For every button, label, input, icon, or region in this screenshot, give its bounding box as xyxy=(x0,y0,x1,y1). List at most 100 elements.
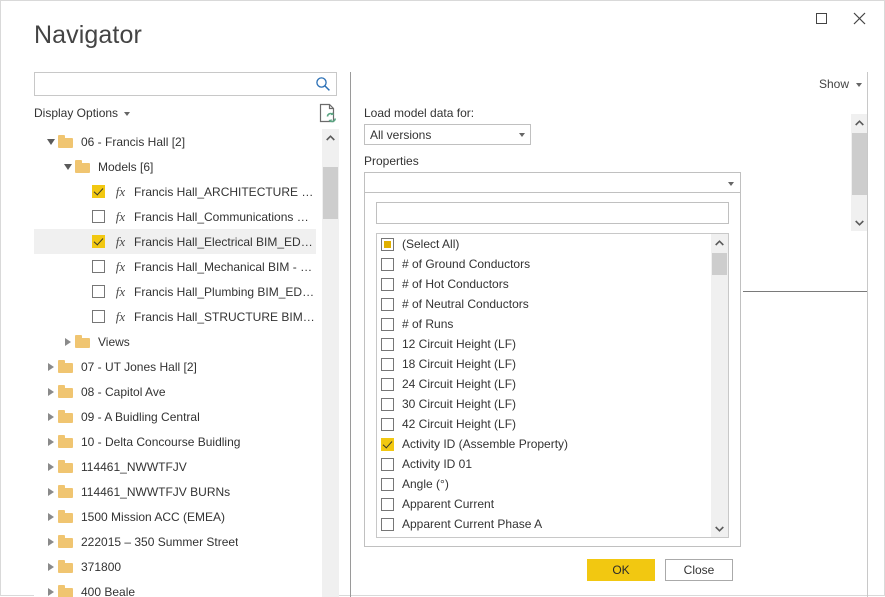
property-item-checkbox[interactable] xyxy=(381,418,394,431)
property-list-item[interactable]: # of Runs xyxy=(377,314,711,334)
tree-item[interactable]: 222015 – 350 Summer Street xyxy=(34,529,316,554)
preview-scroll-thumb[interactable] xyxy=(852,133,867,195)
tree-item[interactable]: 08 - Capitol Ave xyxy=(34,379,316,404)
refresh-document-icon[interactable] xyxy=(319,103,337,123)
property-list-item[interactable]: 12 Circuit Height (LF) xyxy=(377,334,711,354)
search-input[interactable] xyxy=(40,73,316,97)
properties-scroll-down-button[interactable] xyxy=(711,520,728,537)
tree-item[interactable]: fxFrancis Hall_Electrical BIM_EDDIE xyxy=(34,229,316,254)
property-item-checkbox[interactable] xyxy=(381,458,394,471)
expand-triangle-icon[interactable] xyxy=(61,338,75,346)
property-item-checkbox[interactable] xyxy=(381,498,394,511)
close-dialog-button[interactable]: Close xyxy=(665,559,733,581)
tree-item-checkbox[interactable] xyxy=(92,310,105,323)
properties-scroll-up-button[interactable] xyxy=(711,234,728,251)
property-list-item[interactable]: Apparent Current xyxy=(377,494,711,514)
tree-scroll-thumb[interactable] xyxy=(323,167,338,219)
property-item-checkbox[interactable] xyxy=(381,298,394,311)
properties-filter-input[interactable] xyxy=(377,203,728,223)
tree-item[interactable]: 10 - Delta Concourse Buidling xyxy=(34,429,316,454)
properties-list-scrollbar[interactable] xyxy=(711,234,728,537)
tree-item[interactable]: 400 Beale xyxy=(34,579,316,597)
search-box[interactable] xyxy=(34,72,337,96)
collapse-triangle-icon[interactable] xyxy=(61,164,75,170)
preview-scrollbar[interactable] xyxy=(851,114,868,231)
tree-item[interactable]: 371800 xyxy=(34,554,316,579)
tree-item[interactable]: 06 - Francis Hall [2] xyxy=(34,129,316,154)
properties-filter-box[interactable] xyxy=(376,202,729,224)
show-dropdown[interactable]: Show xyxy=(819,77,862,91)
property-item-checkbox[interactable] xyxy=(381,338,394,351)
tree-item[interactable]: fxFrancis Hall_Communications BIM_E... xyxy=(34,204,316,229)
property-list-item[interactable]: Apparent Current Phase B xyxy=(377,534,711,538)
tree-item[interactable]: fxFrancis Hall_ARCHITECTURE BIM_20... xyxy=(34,179,316,204)
expand-triangle-icon[interactable] xyxy=(44,588,58,596)
tree-item[interactable]: fxFrancis Hall_Plumbing BIM_EDDIE xyxy=(34,279,316,304)
tree-scrollbar[interactable] xyxy=(322,129,339,597)
expand-triangle-icon[interactable] xyxy=(44,488,58,496)
property-list-item[interactable]: Activity ID 01 xyxy=(377,454,711,474)
folder-icon xyxy=(58,460,74,474)
property-list-item[interactable]: # of Hot Conductors xyxy=(377,274,711,294)
tree-item-checkbox[interactable] xyxy=(92,285,105,298)
property-list-item[interactable]: Apparent Current Phase A xyxy=(377,514,711,534)
tree-scroll-up-button[interactable] xyxy=(322,129,339,146)
tree-item[interactable]: fxFrancis Hall_STRUCTURE BIM_ EDDIE xyxy=(34,304,316,329)
expand-triangle-icon[interactable] xyxy=(44,438,58,446)
property-item-checkbox[interactable] xyxy=(381,378,394,391)
property-item-checkbox[interactable] xyxy=(381,318,394,331)
preview-scroll-down-button[interactable] xyxy=(851,214,868,231)
tree-item[interactable]: 1500 Mission ACC (EMEA) xyxy=(34,504,316,529)
property-item-checkbox[interactable] xyxy=(381,478,394,491)
expand-triangle-icon[interactable] xyxy=(44,463,58,471)
expand-triangle-icon[interactable] xyxy=(44,563,58,571)
tree-item-checkbox[interactable] xyxy=(92,210,105,223)
preview-scroll-up-button[interactable] xyxy=(851,114,868,131)
property-item-checkbox[interactable] xyxy=(381,278,394,291)
property-list-item[interactable]: 42 Circuit Height (LF) xyxy=(377,414,711,434)
property-list-item[interactable]: 30 Circuit Height (LF) xyxy=(377,394,711,414)
property-item-checkbox[interactable] xyxy=(381,238,394,251)
navigation-tree[interactable]: 06 - Francis Hall [2]Models [6]fxFrancis… xyxy=(34,129,337,597)
collapse-triangle-icon[interactable] xyxy=(44,139,58,145)
property-item-label: Angle (°) xyxy=(402,477,449,491)
tree-item[interactable]: Models [6] xyxy=(34,154,316,179)
property-item-checkbox[interactable] xyxy=(381,398,394,411)
tree-item-checkbox[interactable] xyxy=(92,260,105,273)
search-icon[interactable] xyxy=(315,76,331,92)
property-list-item[interactable]: # of Neutral Conductors xyxy=(377,294,711,314)
tree-item-label: 10 - Delta Concourse Buidling xyxy=(81,435,240,449)
tree-item-checkbox[interactable] xyxy=(92,185,105,198)
maximize-button[interactable] xyxy=(802,5,840,31)
expand-triangle-icon[interactable] xyxy=(44,513,58,521)
property-item-checkbox[interactable] xyxy=(381,538,394,539)
property-list-item[interactable]: Angle (°) xyxy=(377,474,711,494)
tree-item[interactable]: fxFrancis Hall_Mechanical BIM - SCHE... xyxy=(34,254,316,279)
property-item-checkbox[interactable] xyxy=(381,258,394,271)
property-item-checkbox[interactable] xyxy=(381,438,394,451)
tree-item[interactable]: 07 - UT Jones Hall [2] xyxy=(34,354,316,379)
property-item-checkbox[interactable] xyxy=(381,518,394,531)
expand-triangle-icon[interactable] xyxy=(44,388,58,396)
properties-list[interactable]: (Select All)# of Ground Conductors# of H… xyxy=(376,233,729,538)
ok-button[interactable]: OK xyxy=(587,559,655,581)
properties-scroll-thumb[interactable] xyxy=(712,253,727,275)
properties-select[interactable] xyxy=(364,172,741,194)
tree-item[interactable]: Views xyxy=(34,329,316,354)
load-model-data-select[interactable]: All versions xyxy=(364,124,531,145)
property-list-item[interactable]: (Select All) xyxy=(377,234,711,254)
property-item-checkbox[interactable] xyxy=(381,358,394,371)
tree-item-checkbox[interactable] xyxy=(92,235,105,248)
close-button[interactable] xyxy=(840,5,878,31)
expand-triangle-icon[interactable] xyxy=(44,413,58,421)
tree-item[interactable]: 114461_NWWTFJV xyxy=(34,454,316,479)
expand-triangle-icon[interactable] xyxy=(44,538,58,546)
display-options-dropdown[interactable]: Display Options xyxy=(34,106,130,120)
property-list-item[interactable]: 24 Circuit Height (LF) xyxy=(377,374,711,394)
expand-triangle-icon[interactable] xyxy=(44,363,58,371)
tree-item[interactable]: 09 - A Buidling Central xyxy=(34,404,316,429)
property-list-item[interactable]: 18 Circuit Height (LF) xyxy=(377,354,711,374)
property-list-item[interactable]: Activity ID (Assemble Property) xyxy=(377,434,711,454)
property-list-item[interactable]: # of Ground Conductors xyxy=(377,254,711,274)
tree-item[interactable]: 114461_NWWTFJV BURNs xyxy=(34,479,316,504)
